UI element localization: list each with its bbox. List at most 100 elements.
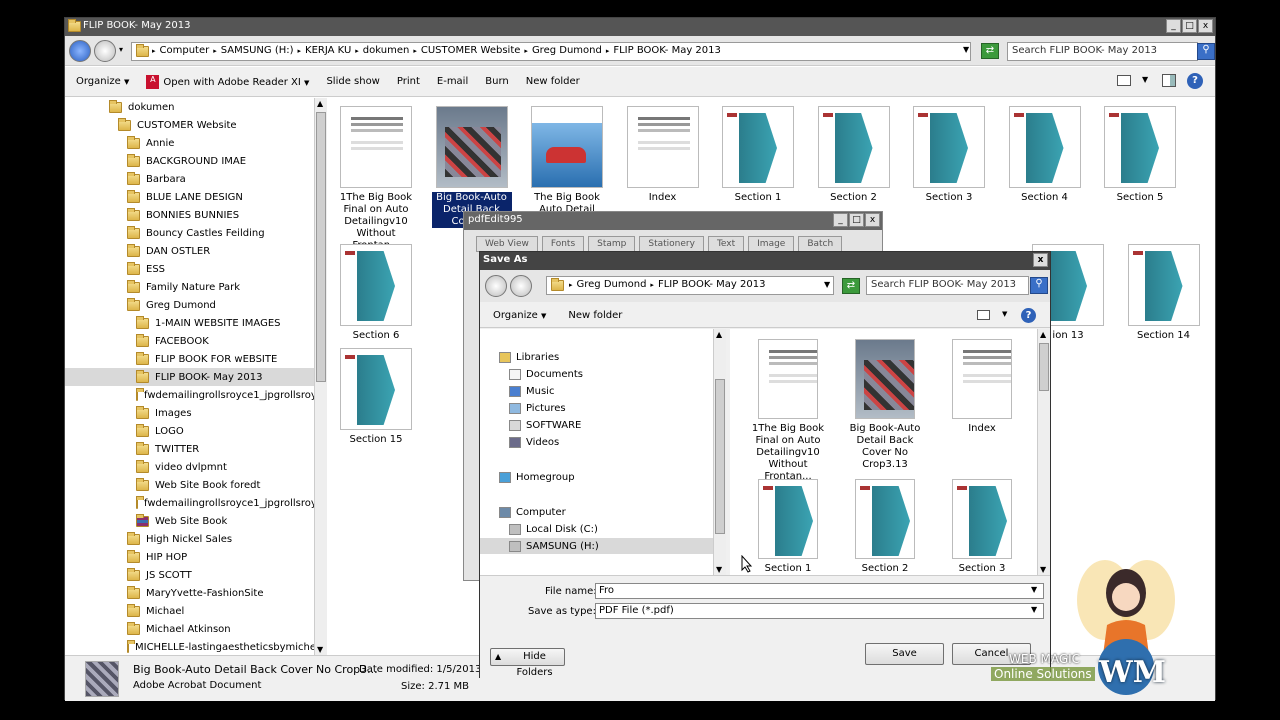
pdfedit-maximize-button[interactable]: □: [849, 213, 864, 227]
save-as-files-scrollbar-thumb[interactable]: [1039, 343, 1049, 391]
chevron-down-icon[interactable]: ▾: [119, 45, 123, 54]
back-button[interactable]: [69, 40, 91, 62]
tree-item[interactable]: Annie: [65, 134, 314, 152]
file-thumbnail[interactable]: Section 2: [814, 106, 894, 204]
maximize-button[interactable]: □: [1182, 19, 1197, 33]
breadcrumb-separator-icon[interactable]: ▸: [650, 281, 654, 289]
save-as-nav-item[interactable]: SAMSUNG (H:): [480, 538, 713, 554]
breadcrumb-item[interactable]: Greg Dumond: [532, 45, 602, 56]
save-as-view-icon[interactable]: [977, 310, 990, 320]
search-icon[interactable]: ⚲: [1197, 43, 1215, 60]
tree-item[interactable]: JS SCOTT: [65, 566, 314, 584]
pdfedit-minimize-button[interactable]: _: [833, 213, 848, 227]
tree-item[interactable]: CUSTOMER Website: [65, 116, 314, 134]
save-as-nav-scrollbar-thumb[interactable]: [715, 379, 725, 534]
tree-item[interactable]: Web Site Book foredt: [65, 476, 314, 494]
tree-item[interactable]: BACKGROUND IMAE: [65, 152, 314, 170]
save-as-nav-item[interactable]: Videos: [480, 434, 713, 450]
tree-item[interactable]: Images: [65, 404, 314, 422]
save-type-select[interactable]: PDF File (*.pdf): [595, 603, 1044, 619]
burn-button[interactable]: Burn: [485, 76, 508, 87]
slide-show-button[interactable]: Slide show: [326, 76, 379, 87]
scrollbar-thumb[interactable]: [316, 112, 326, 382]
new-folder-button[interactable]: New folder: [526, 76, 580, 87]
close-button[interactable]: x: [1198, 19, 1213, 33]
save-as-nav-item[interactable]: Documents: [480, 366, 713, 382]
file-thumbnail[interactable]: Section 1: [718, 106, 798, 204]
file-thumbnail[interactable]: 1The Big Book Final on Auto Detailingv10…: [748, 339, 828, 483]
forward-button[interactable]: [94, 40, 116, 62]
file-thumbnail[interactable]: 1The Big Book Final on Auto Detailingv10…: [336, 106, 416, 252]
tree-item[interactable]: dokumen: [65, 98, 314, 116]
save-as-search-input[interactable]: Search FLIP BOOK- May 2013: [866, 276, 1029, 295]
breadcrumb-item[interactable]: Computer: [160, 45, 210, 56]
save-as-nav-item[interactable]: Homegroup: [480, 469, 713, 485]
save-button[interactable]: Save: [865, 643, 944, 665]
save-as-search-icon[interactable]: ⚲: [1030, 277, 1048, 294]
tree-item[interactable]: Bouncy Castles Feilding: [65, 224, 314, 242]
save-as-nav-item[interactable]: SOFTWARE: [480, 417, 713, 433]
save-as-refresh-icon[interactable]: ⇄: [842, 278, 860, 294]
save-as-breadcrumb-dropdown-icon[interactable]: ▼: [824, 280, 830, 289]
hide-folders-button[interactable]: ▲ Hide Folders: [490, 648, 565, 678]
print-button[interactable]: Print: [397, 76, 420, 87]
pdfedit-tab[interactable]: Image: [748, 236, 795, 252]
tree-item[interactable]: MaryYvette-FashionSite: [65, 584, 314, 602]
save-as-close-button[interactable]: x: [1033, 253, 1048, 267]
organize-button[interactable]: Organize ▼: [76, 76, 129, 87]
save-as-organize-button[interactable]: Organize ▼: [493, 310, 546, 321]
save-as-view-dropdown-icon[interactable]: ▼: [1002, 310, 1007, 318]
pdfedit-tab[interactable]: Fonts: [541, 236, 585, 252]
save-as-back-button[interactable]: [485, 275, 507, 297]
file-thumbnail[interactable]: Index: [942, 339, 1022, 435]
tree-item[interactable]: FACEBOOK: [65, 332, 314, 350]
breadcrumb-item[interactable]: dokumen: [363, 45, 410, 56]
navigation-scrollbar[interactable]: ▲ ▼: [314, 98, 327, 655]
file-thumbnail[interactable]: Section 15: [336, 348, 416, 446]
file-thumbnail[interactable]: Section 5: [1100, 106, 1180, 204]
tree-item[interactable]: MICHELLE-lastingaestheticsbymichelle: [65, 638, 326, 655]
breadcrumb-separator-icon[interactable]: ▸: [152, 47, 156, 55]
tree-item[interactable]: TWITTER: [65, 440, 314, 458]
tree-item[interactable]: fwdemailingrollsroyce1_jpgrollsroyce: [65, 386, 326, 404]
file-thumbnail[interactable]: Big Book-Auto Detail Back Cover No Crop3…: [845, 339, 925, 471]
breadcrumb-item[interactable]: KERJA KU: [305, 45, 351, 56]
breadcrumb-separator-icon[interactable]: ▸: [213, 47, 217, 55]
breadcrumb-separator-icon[interactable]: ▸: [355, 47, 359, 55]
breadcrumb-item[interactable]: SAMSUNG (H:): [221, 45, 294, 56]
pdfedit-tab[interactable]: Web View: [476, 236, 538, 252]
tree-item[interactable]: High Nickel Sales: [65, 530, 314, 548]
tree-item[interactable]: DAN OSTLER: [65, 242, 314, 260]
breadcrumb-separator-icon[interactable]: ▸: [524, 47, 528, 55]
breadcrumb-separator-icon[interactable]: ▸: [606, 47, 610, 55]
pdfedit-tab[interactable]: Text: [707, 236, 745, 252]
tree-item[interactable]: Family Nature Park: [65, 278, 314, 296]
save-as-files-scrollbar[interactable]: ▲ ▼: [1037, 329, 1050, 575]
email-button[interactable]: E-mail: [437, 76, 468, 87]
breadcrumb-item[interactable]: FLIP BOOK- May 2013: [613, 45, 721, 56]
file-thumbnail[interactable]: Section 6: [336, 244, 416, 342]
file-thumbnail[interactable]: Section 14: [1124, 244, 1204, 342]
refresh-icon[interactable]: ⇄: [981, 43, 999, 59]
preview-pane-icon[interactable]: [1162, 74, 1176, 87]
breadcrumb[interactable]: ▸ Computer ▸ SAMSUNG (H:) ▸ KERJA KU ▸ dokumen ▸…: [131, 42, 971, 61]
view-dropdown-icon[interactable]: ▼: [1142, 75, 1148, 84]
tree-item[interactable]: Barbara: [65, 170, 314, 188]
breadcrumb-separator-icon[interactable]: ▸: [569, 281, 573, 289]
save-as-help-icon[interactable]: ?: [1021, 308, 1036, 323]
save-as-nav-item[interactable]: Libraries: [480, 349, 713, 365]
pdfedit-close-button[interactable]: x: [865, 213, 880, 227]
view-options-icon[interactable]: [1117, 75, 1131, 86]
minimize-button[interactable]: _: [1166, 19, 1181, 33]
save-as-nav-scrollbar[interactable]: ▲ ▼: [713, 329, 726, 575]
tree-item[interactable]: fwdemailingrollsroyce1_jpgrollsroyce: [65, 494, 326, 512]
tree-item[interactable]: FLIP BOOK FOR wEBSITE: [65, 350, 314, 368]
tree-item[interactable]: 1-MAIN WEBSITE IMAGES: [65, 314, 314, 332]
pdfedit-tab[interactable]: Stationery: [639, 236, 704, 252]
breadcrumb-item[interactable]: FLIP BOOK- May 2013: [658, 279, 766, 290]
file-thumbnail[interactable]: Index: [623, 106, 703, 204]
file-thumbnail[interactable]: Big Book-Auto Detail Back Cover N: [431, 106, 512, 228]
breadcrumb-item[interactable]: CUSTOMER Website: [421, 45, 521, 56]
save-as-new-folder-button[interactable]: New folder: [568, 310, 622, 321]
tree-item[interactable]: Michael Atkinson: [65, 620, 314, 638]
